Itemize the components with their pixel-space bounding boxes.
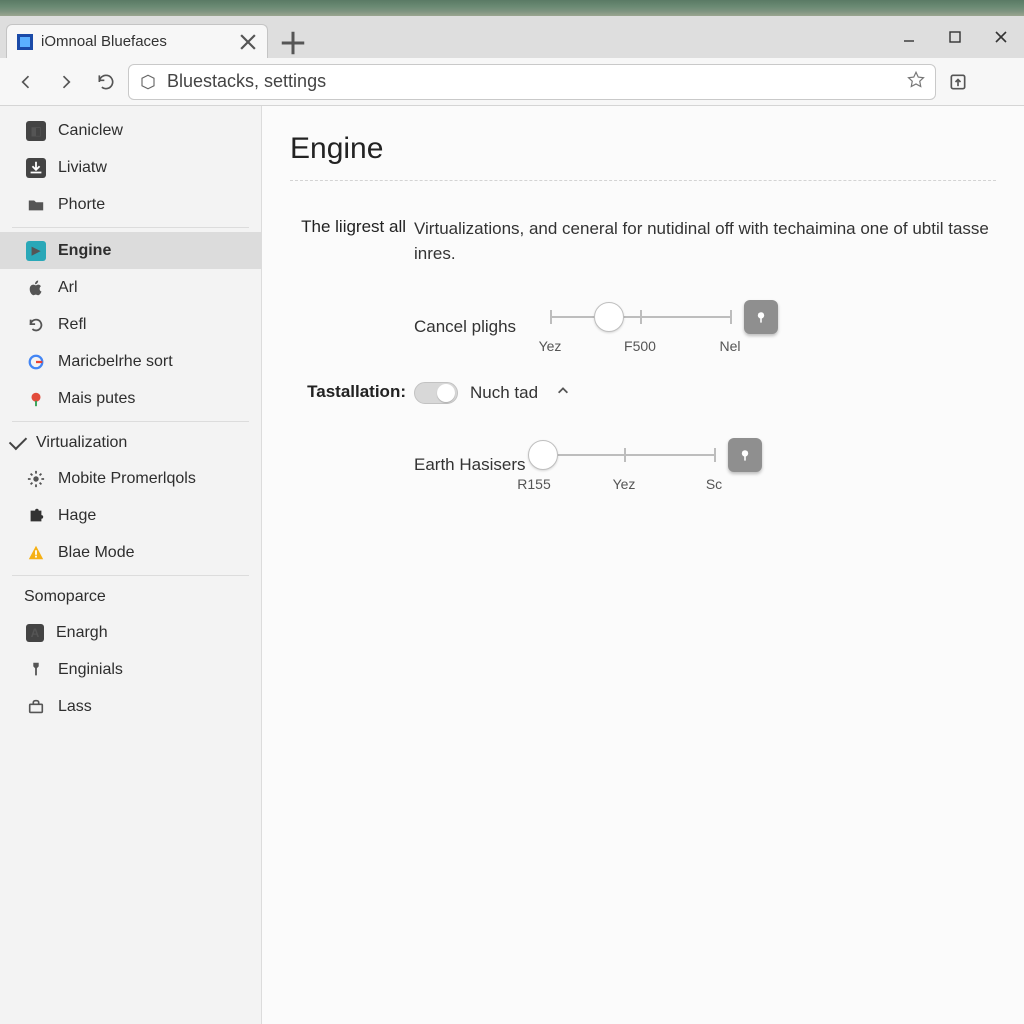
earth-hasisers-slider[interactable]: [534, 440, 714, 470]
gear-icon: [26, 469, 46, 489]
close-tab-button[interactable]: [237, 31, 259, 53]
sidebar-item-enargh[interactable]: A Enargh: [0, 614, 261, 651]
url-text: Bluestacks, settings: [167, 71, 897, 92]
sidebar-item-label: Enargh: [56, 624, 108, 642]
slider1-label: Cancel plighs: [414, 317, 550, 337]
download-icon: [26, 158, 46, 178]
sidebar-item-label: Blae Mode: [58, 544, 135, 562]
sidebar-item-maricbelrhe[interactable]: Maricbelrhe sort: [0, 343, 261, 380]
sidebar-item-label: Lass: [58, 698, 92, 716]
sidebar-item-engine[interactable]: ▶ Engine: [0, 232, 261, 269]
settings-sidebar: ◧ Caniclew Liviatw Phorte ▶ Engine: [0, 106, 262, 1024]
new-tab-button[interactable]: [278, 28, 308, 58]
sidebar-item-label: Mais putes: [58, 390, 135, 408]
sidebar-item-label: Phorte: [58, 196, 105, 214]
pin-icon: [26, 389, 46, 409]
browser-tab[interactable]: iOmnoal Bluefaces: [6, 24, 268, 58]
sidebar-divider: [12, 227, 249, 228]
cancel-plighs-row: Cancel plighs: [414, 300, 996, 354]
slider2-ticks: R155 Yez Sc: [534, 472, 714, 492]
slider1-ticks: Yez F500 Nel: [550, 334, 730, 354]
tastallation-toggle[interactable]: [414, 382, 458, 404]
sidebar-item-maisputes[interactable]: Mais putes: [0, 380, 261, 417]
briefcase-icon: [26, 697, 46, 717]
favicon-icon: [17, 34, 33, 50]
window-controls: [886, 16, 1024, 58]
sidebar-item-label: Arl: [58, 279, 78, 297]
letter-a-icon: A: [26, 624, 44, 642]
menu-button[interactable]: [980, 64, 1016, 100]
engine-icon: ▶: [26, 241, 46, 261]
tastallation-label: Tastallation:: [290, 382, 406, 492]
sidebar-section-virtualization[interactable]: Virtualization: [0, 426, 261, 460]
content-area: ◧ Caniclew Liviatw Phorte ▶ Engine: [0, 106, 1024, 1024]
chevron-up-icon[interactable]: [556, 384, 570, 403]
sidebar-item-hage[interactable]: Hage: [0, 497, 261, 534]
browser-window: iOmnoal Bluefaces: [0, 16, 1024, 1024]
sidebar-item-label: Enginials: [58, 661, 123, 679]
sidebar-item-label: Engine: [58, 242, 111, 260]
tastallation-value: Nuch tad: [470, 383, 538, 403]
refresh-icon: [26, 315, 46, 335]
slider-thumb[interactable]: [594, 302, 624, 332]
cancel-plighs-slider[interactable]: [550, 302, 730, 332]
sidebar-item-label: Caniclew: [58, 122, 123, 140]
forward-button[interactable]: [48, 64, 84, 100]
tab-strip: iOmnoal Bluefaces: [0, 16, 1024, 58]
sidebar-item-mobite[interactable]: Mobite Promerlqols: [0, 460, 261, 497]
intro-text: Virtualizations, and ceneral for nutidin…: [414, 217, 996, 266]
intro-label: The liigrest all: [290, 217, 406, 354]
close-window-button[interactable]: [978, 16, 1024, 58]
minimize-button[interactable]: [886, 16, 932, 58]
sidebar-item-blaemode[interactable]: Blae Mode: [0, 534, 261, 571]
slider-thumb[interactable]: [528, 440, 558, 470]
sidebar-item-label: Mobite Promerlqols: [58, 470, 196, 488]
title-divider: [290, 180, 996, 181]
slider1-help-button[interactable]: [744, 300, 778, 334]
settings-panel: Engine The liigrest all Virtualizations,…: [262, 106, 1024, 1024]
share-button[interactable]: [940, 64, 976, 100]
toggle-knob: [437, 384, 455, 402]
sidebar-item-refl[interactable]: Refl: [0, 306, 261, 343]
sidebar-item-label: Maricbelrhe sort: [58, 353, 173, 371]
slider2-label: Earth Hasisers: [414, 455, 534, 475]
earth-hasisers-row: Earth Hasisers: [414, 438, 996, 492]
tastallation-section: Tastallation: Nuch tad Earth Hasisers: [290, 382, 996, 492]
sidebar-divider: [12, 575, 249, 576]
flashlight-icon: [26, 660, 46, 680]
apple-icon: [26, 278, 46, 298]
back-button[interactable]: [8, 64, 44, 100]
sidebar-item-liviatw[interactable]: Liviatw: [0, 149, 261, 186]
bookmark-star-icon[interactable]: [907, 70, 925, 93]
sidebar-item-caniclew[interactable]: ◧ Caniclew: [0, 112, 261, 149]
puzzle-icon: [26, 506, 46, 526]
sidebar-section-somoparce[interactable]: Somoparce: [0, 580, 261, 614]
sidebar-item-label: Liviatw: [58, 159, 107, 177]
sidebar-item-arl[interactable]: Arl: [0, 269, 261, 306]
address-bar[interactable]: Bluestacks, settings: [128, 64, 936, 100]
maximize-button[interactable]: [932, 16, 978, 58]
sidebar-item-enginials[interactable]: Enginials: [0, 651, 261, 688]
sidebar-section-label: Somoparce: [24, 588, 106, 606]
sidebar-item-label: Refl: [58, 316, 86, 334]
page-title: Engine: [290, 132, 996, 166]
grid-icon: ◧: [26, 121, 46, 141]
sidebar-item-lass[interactable]: Lass: [0, 688, 261, 725]
reload-button[interactable]: [88, 64, 124, 100]
desktop-wallpaper: [0, 0, 1024, 16]
slider2-help-button[interactable]: [728, 438, 762, 472]
sidebar-item-label: Hage: [58, 507, 96, 525]
google-icon: [26, 352, 46, 372]
intro-section: The liigrest all Virtualizations, and ce…: [290, 217, 996, 354]
sidebar-section-label: Virtualization: [36, 434, 127, 452]
tab-title: iOmnoal Bluefaces: [41, 33, 229, 50]
sidebar-divider: [12, 421, 249, 422]
sidebar-item-phorte[interactable]: Phorte: [0, 186, 261, 223]
warning-icon: [26, 543, 46, 563]
folder-icon: [26, 195, 46, 215]
browser-toolbar: Bluestacks, settings: [0, 58, 1024, 106]
site-info-icon[interactable]: [139, 73, 157, 91]
